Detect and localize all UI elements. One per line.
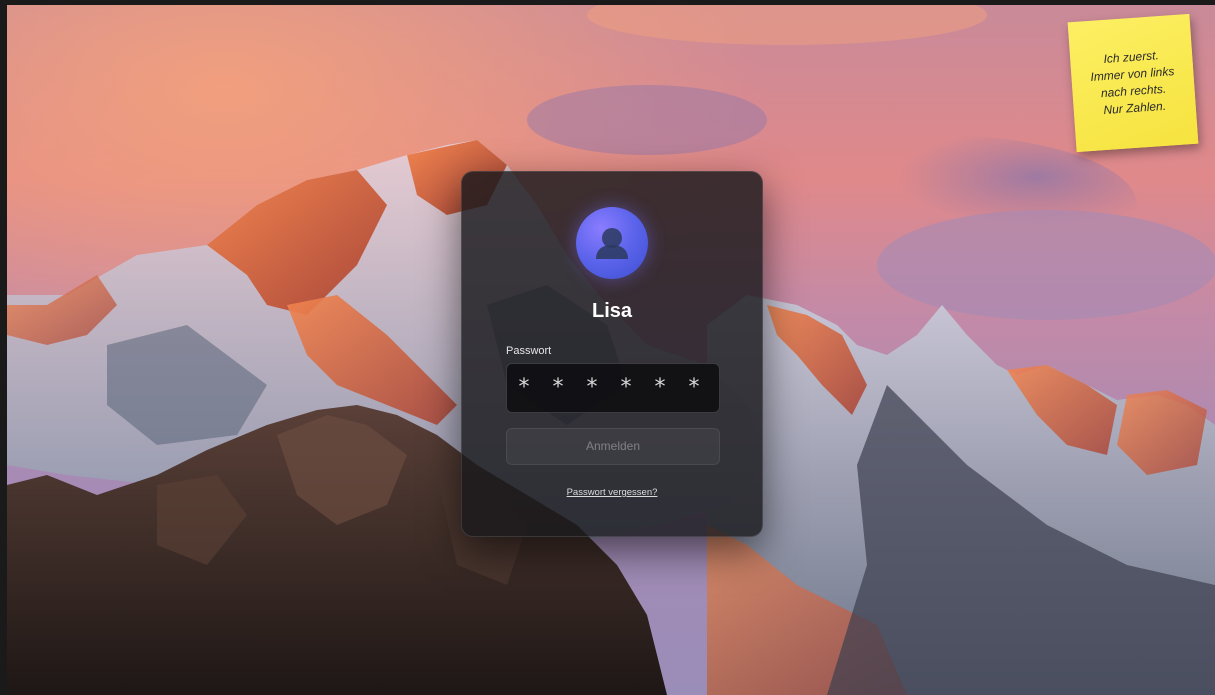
forgot-password-link[interactable]: Passwort vergessen? — [462, 487, 762, 498]
user-silhouette-icon — [596, 228, 628, 259]
sticky-note-text: Ich zuerst. Immer von links nach rechts.… — [1076, 45, 1190, 121]
password-field[interactable]: * * * * * * — [506, 363, 720, 413]
user-avatar — [576, 207, 648, 279]
sticky-note: Ich zuerst. Immer von links nach rechts.… — [1067, 13, 1199, 153]
sign-in-button[interactable]: Anmelden — [506, 428, 720, 465]
desktop-screen: Ich zuerst. Immer von links nach rechts.… — [7, 5, 1215, 695]
login-panel: Lisa Passwort * * * * * * Anmelden Passw… — [461, 171, 763, 537]
password-label: Passwort — [506, 345, 552, 357]
user-name: Lisa — [591, 300, 633, 322]
